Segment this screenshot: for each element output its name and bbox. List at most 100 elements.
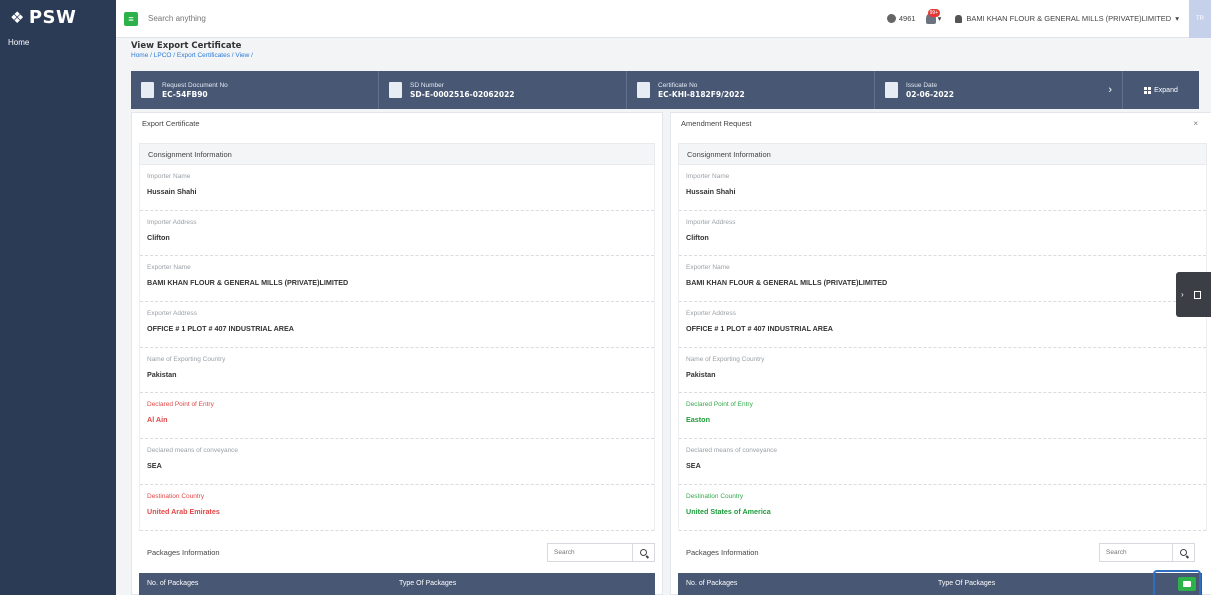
column-header: No. of Packages xyxy=(147,580,199,587)
field-point-of-entry: Declared Point of Entry Al Ain xyxy=(140,393,654,440)
topbar: ≡ 4961 99+▾ BAMI KHAN FLOUR & GENERAL MI… xyxy=(116,0,1211,38)
packages-search-input[interactable] xyxy=(548,549,632,556)
document-icon xyxy=(389,82,402,98)
info-value: 02-06-2022 xyxy=(906,89,954,99)
field-label: Exporter Address xyxy=(686,310,736,318)
field-value: Pakistan xyxy=(147,369,177,379)
info-value: EC-54FB90 xyxy=(162,89,208,99)
field-value: Al Ain xyxy=(147,415,168,425)
search-button[interactable] xyxy=(1172,543,1194,562)
logo-icon: ❖ xyxy=(10,7,25,27)
section-title: Consignment Information xyxy=(678,143,1207,165)
field-value: OFFICE # 1 PLOT # 407 INDUSTRIAL AREA xyxy=(147,324,294,334)
field-label: Importer Name xyxy=(686,173,730,180)
menu-toggle-button[interactable]: ≡ xyxy=(124,11,138,26)
highlight-box xyxy=(1153,569,1201,595)
field-importer-address: Importer Address Clifton xyxy=(679,211,1206,257)
field-value: Hussain Shahi xyxy=(147,187,197,196)
sidebar: ❖ PSW Home xyxy=(0,0,116,595)
field-value: SEA xyxy=(686,461,701,471)
chevron-right-icon: › xyxy=(1108,84,1112,96)
info-value: EC-KHI-8182F9/2022 xyxy=(658,89,745,99)
field-conveyance: Declared means of conveyance SEA xyxy=(140,439,654,485)
field-label: Declared Point of Entry xyxy=(147,401,214,409)
calendar-icon xyxy=(885,82,898,98)
info-label: Request Document No xyxy=(162,81,228,89)
field-label: Exporter Name xyxy=(686,264,730,272)
document-info-bar: Request Document No EC-54FB90 SD Number SD… xyxy=(131,71,1199,109)
amendment-request-panel: Amendment Request × Consignment Informati… xyxy=(670,112,1211,595)
field-destination-country: Destination Country United States of Amer… xyxy=(679,485,1206,531)
sidebar-item-home[interactable]: Home xyxy=(0,34,116,51)
side-panel-toggle[interactable]: › xyxy=(1176,272,1211,317)
field-label: Declared means of conveyance xyxy=(686,447,778,455)
packages-header: Packages Information xyxy=(132,543,662,563)
info-label: Certificate No xyxy=(658,81,698,89)
field-exporter-address: Exporter Address OFFICE # 1 PLOT # 407 IN… xyxy=(140,302,654,348)
field-value: BAMI KHAN FLOUR & GENERAL MILLS (PRIVATE… xyxy=(686,278,888,288)
field-label: Name of Exporting Country xyxy=(147,355,226,363)
field-exporter-name: Exporter Name BAMI KHAN FLOUR & GENERAL M… xyxy=(679,256,1206,303)
hamburger-icon: ≡ xyxy=(128,13,134,24)
document-edit-icon xyxy=(1193,290,1201,299)
field-value: United Arab Emirates xyxy=(147,506,220,516)
packages-title: Packages Information xyxy=(686,548,759,557)
column-header: Type Of Packages xyxy=(938,580,996,587)
caret-down-icon: ▾ xyxy=(1175,14,1179,23)
field-importer-name: Importer Name Hussain Shahi xyxy=(140,165,654,211)
field-value: Pakistan xyxy=(686,369,716,379)
page-header: View Export Certificate Home / LPCO / Ex… xyxy=(131,41,253,59)
field-point-of-entry: Declared Point of Entry Easton xyxy=(679,393,1206,440)
chevron-right-icon: › xyxy=(1181,290,1184,299)
notification-count: 99+ xyxy=(927,9,941,17)
field-label: Importer Address xyxy=(686,218,736,226)
field-value: Easton xyxy=(686,415,710,425)
field-conveyance: Declared means of conveyance SEA xyxy=(679,439,1206,485)
field-label: Importer Name xyxy=(147,173,191,180)
field-label: Destination Country xyxy=(686,492,744,500)
search-button[interactable] xyxy=(632,543,654,562)
column-header: No. of Packages xyxy=(686,580,738,587)
packages-search-input[interactable] xyxy=(1100,549,1172,556)
counter-badge[interactable]: 4961 xyxy=(886,14,916,23)
panel-title: Export Certificate xyxy=(142,118,200,128)
field-importer-name: Importer Name Hussain Shahi xyxy=(679,165,1206,211)
grid-icon xyxy=(1144,86,1152,94)
info-label: Issue Date xyxy=(906,81,938,89)
field-value: Clifton xyxy=(147,232,170,242)
expand-button[interactable]: Expand xyxy=(1123,71,1199,109)
panel-header: Amendment Request × xyxy=(671,113,1211,133)
breadcrumb[interactable]: Home / LPCO / Export Certificates / View… xyxy=(131,52,253,59)
search-icon xyxy=(1180,549,1187,556)
user-name: BAMI KHAN FLOUR & GENERAL MILLS (PRIVATE… xyxy=(966,14,1172,23)
notifications-button[interactable]: 99+ ▾ xyxy=(925,9,941,24)
global-search-input[interactable] xyxy=(148,14,348,23)
field-label: Declared Point of Entry xyxy=(686,401,753,409)
field-label: Exporter Name xyxy=(147,264,191,272)
field-label: Name of Exporting Country xyxy=(686,355,765,363)
next-arrow-button[interactable]: › xyxy=(1047,71,1123,109)
info-request-document: Request Document No EC-54FB90 xyxy=(131,71,379,109)
topbar-right: 4961 99+ ▾ BAMI KHAN FLOUR & GENERAL MILL… xyxy=(886,0,1211,38)
field-exporting-country: Name of Exporting Country Pakistan xyxy=(679,348,1206,394)
close-button[interactable]: × xyxy=(1193,119,1198,128)
packages-search xyxy=(1099,543,1195,562)
field-importer-address: Importer Address Clifton xyxy=(140,211,654,257)
section-title: Consignment Information xyxy=(139,143,655,165)
avatar[interactable]: TR xyxy=(1189,0,1211,38)
column-header: Type Of Packages xyxy=(399,580,457,587)
export-certificate-panel: Export Certificate Consignment Informati… xyxy=(131,112,663,595)
field-exporting-country: Name of Exporting Country Pakistan xyxy=(140,348,654,394)
info-label: SD Number xyxy=(410,81,444,89)
document-icon xyxy=(141,82,154,98)
field-label: Destination Country xyxy=(147,492,205,500)
packages-table-header: No. of Packages Type Of Packages xyxy=(139,572,655,595)
packages-table-header: No. of Packages Type Of Packages xyxy=(678,569,1202,595)
field-list: Importer Name Hussain Shahi Importer Addr… xyxy=(678,165,1207,531)
info-certificate-no: Certificate No EC-KHI-8182F9/2022 xyxy=(627,71,875,109)
user-menu[interactable]: BAMI KHAN FLOUR & GENERAL MILLS (PRIVATE… xyxy=(955,14,1179,23)
psw-logo[interactable]: ❖ PSW xyxy=(0,0,116,34)
user-icon xyxy=(955,14,963,23)
field-exporter-address: Exporter Address OFFICE # 1 PLOT # 407 IN… xyxy=(679,302,1206,348)
expand-label: Expand xyxy=(1154,86,1178,94)
